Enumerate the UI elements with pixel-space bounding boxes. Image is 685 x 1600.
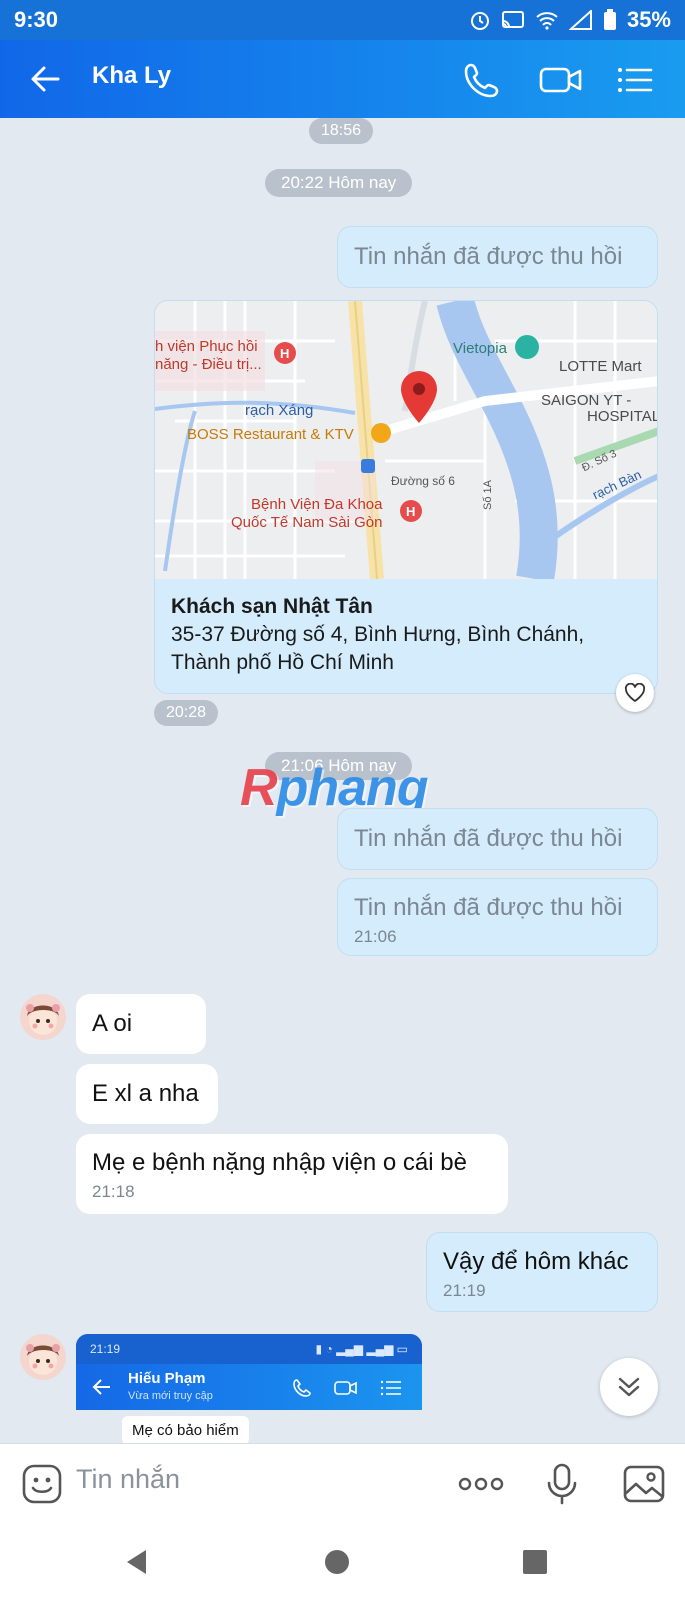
- place-name: Khách sạn Nhật Tân: [171, 595, 373, 618]
- mic-icon[interactable]: [540, 1462, 584, 1506]
- message-input[interactable]: Tin nhắn: [76, 1464, 180, 1495]
- map-label: Số 1A: [481, 480, 494, 510]
- status-bar: 9:30 35%: [0, 0, 685, 40]
- battery-level: 35%: [626, 7, 671, 32]
- shot-status-icons: ▮ ◔ ▂▄▆ ▂▄▆ ▭: [315, 1342, 408, 1356]
- image-message[interactable]: 21:19 ▮ ◔ ▂▄▆ ▂▄▆ ▭ Hiếu Phạm Vừa mới tr…: [76, 1334, 422, 1443]
- menu-list-icon[interactable]: [614, 60, 654, 100]
- avatar[interactable]: [20, 994, 66, 1040]
- location-info: Khách sạn Nhật Tân 35-37 Đường số 4, Bìn…: [155, 579, 657, 677]
- place-address-line2: Thành phố Hồ Chí Minh: [171, 651, 394, 674]
- nav-home-icon[interactable]: [320, 1545, 354, 1579]
- shot-contact-status: Vừa mới truy cập: [128, 1390, 213, 1402]
- back-arrow-icon: [92, 1379, 110, 1395]
- image-icon[interactable]: [622, 1462, 666, 1506]
- nav-recents-icon[interactable]: [518, 1545, 552, 1579]
- avatar[interactable]: [20, 1334, 66, 1380]
- incoming-message[interactable]: A oi: [76, 994, 206, 1054]
- scroll-to-bottom-button[interactable]: [600, 1358, 658, 1416]
- map-label: HOSPITAL: [587, 408, 658, 425]
- map-label: Bệnh Viện Đa Khoa: [251, 496, 383, 513]
- outgoing-message[interactable]: Vậy để hôm khác 21:19: [426, 1232, 658, 1312]
- emoji-icon[interactable]: [20, 1462, 64, 1506]
- message-list[interactable]: 18:56 20:22 Hôm nay Tin nhắn đã được thu…: [0, 118, 685, 1443]
- map-label: BOSS Restaurant & KTV: [187, 426, 354, 443]
- location-card[interactable]: H H h viện Phục hồi năng - Điều trị... r…: [154, 300, 658, 694]
- message-composer: Tin nhắn: [0, 1443, 685, 1523]
- map-label: LOTTE Mart: [559, 358, 642, 375]
- incoming-message[interactable]: E xl a nha: [76, 1064, 218, 1124]
- message-time-pill: 20:28: [154, 700, 219, 726]
- back-arrow-icon[interactable]: [26, 60, 64, 98]
- message-text: E xl a nha: [92, 1080, 199, 1107]
- recalled-message[interactable]: Tin nhắn đã được thu hồi 21:06: [337, 878, 658, 956]
- alarm-icon: [470, 12, 489, 30]
- contact-name[interactable]: Kha Ly: [92, 62, 171, 90]
- recalled-message[interactable]: Tin nhắn đã được thu hồi: [337, 808, 658, 870]
- react-button[interactable]: [616, 674, 654, 712]
- map-preview[interactable]: H H h viện Phục hồi năng - Điều trị... r…: [155, 301, 658, 579]
- shot-status-bar: 21:19 ▮ ◔ ▂▄▆ ▂▄▆ ▭: [76, 1334, 422, 1364]
- svg-text:H: H: [280, 346, 289, 361]
- heart-icon: [624, 683, 646, 702]
- menu-list-icon: [380, 1380, 401, 1396]
- chat-header: Kha Ly: [0, 40, 685, 118]
- shot-time: 21:19: [90, 1342, 121, 1356]
- shot-body: Mẹ có bảo hiểm: [76, 1410, 422, 1443]
- map-label: Vietopia: [453, 340, 507, 357]
- video-icon[interactable]: [538, 60, 584, 100]
- message-time: 21:19: [443, 1281, 486, 1300]
- cast-icon: [501, 11, 524, 28]
- svg-text:H: H: [406, 504, 415, 519]
- map-label: năng - Điều trị...: [155, 356, 262, 373]
- phone-icon: [293, 1379, 311, 1397]
- place-address-line1: 35-37 Đường số 4, Bình Hưng, Bình Chánh,: [171, 623, 585, 646]
- status-icons: 35%: [469, 7, 671, 33]
- shot-message-text: Mẹ có bảo hiểm: [122, 1416, 249, 1443]
- message-text: A oi: [92, 1010, 133, 1037]
- incoming-message[interactable]: Mẹ e bệnh nặng nhập viện o cái bè 21:18: [76, 1134, 508, 1214]
- wifi-icon: [536, 12, 558, 30]
- status-time: 9:30: [14, 7, 59, 32]
- recalled-message[interactable]: Tin nhắn đã được thu hồi: [337, 226, 658, 288]
- nav-back-icon[interactable]: [120, 1545, 154, 1579]
- map-label: rạch Xáng: [245, 402, 314, 419]
- more-dots-icon[interactable]: [456, 1462, 506, 1506]
- system-navigation-bar: [0, 1523, 685, 1600]
- message-time: 21:18: [92, 1182, 135, 1201]
- date-divider: 20:22 Hôm nay: [265, 169, 413, 197]
- map-label: Đường số 6: [391, 474, 455, 488]
- video-icon: [334, 1381, 357, 1395]
- message-time: 21:06: [354, 927, 397, 946]
- map-label: h viện Phục hồi: [155, 338, 258, 355]
- message-text: Vậy để hôm khác: [443, 1248, 629, 1275]
- map-label: Quốc Tế Nam Sài Gòn: [231, 514, 383, 531]
- message-text: Mẹ e bệnh nặng nhập viện o cái bè: [92, 1149, 467, 1176]
- chevron-double-down-icon: [618, 1377, 640, 1397]
- message-time-pill: 18:56: [309, 118, 374, 144]
- phone-icon[interactable]: [462, 60, 502, 100]
- shot-contact-name: Hiếu Phạm: [128, 1370, 206, 1387]
- battery-icon: [603, 9, 616, 30]
- signal-icon: [568, 10, 592, 30]
- map-label: SAIGON YT -: [541, 392, 632, 409]
- recalled-text: Tin nhắn đã được thu hồi: [354, 825, 623, 852]
- recalled-text: Tin nhắn đã được thu hồi: [354, 894, 623, 921]
- shot-header: Hiếu Phạm Vừa mới truy cập: [76, 1364, 422, 1410]
- recalled-text: Tin nhắn đã được thu hồi: [354, 243, 623, 270]
